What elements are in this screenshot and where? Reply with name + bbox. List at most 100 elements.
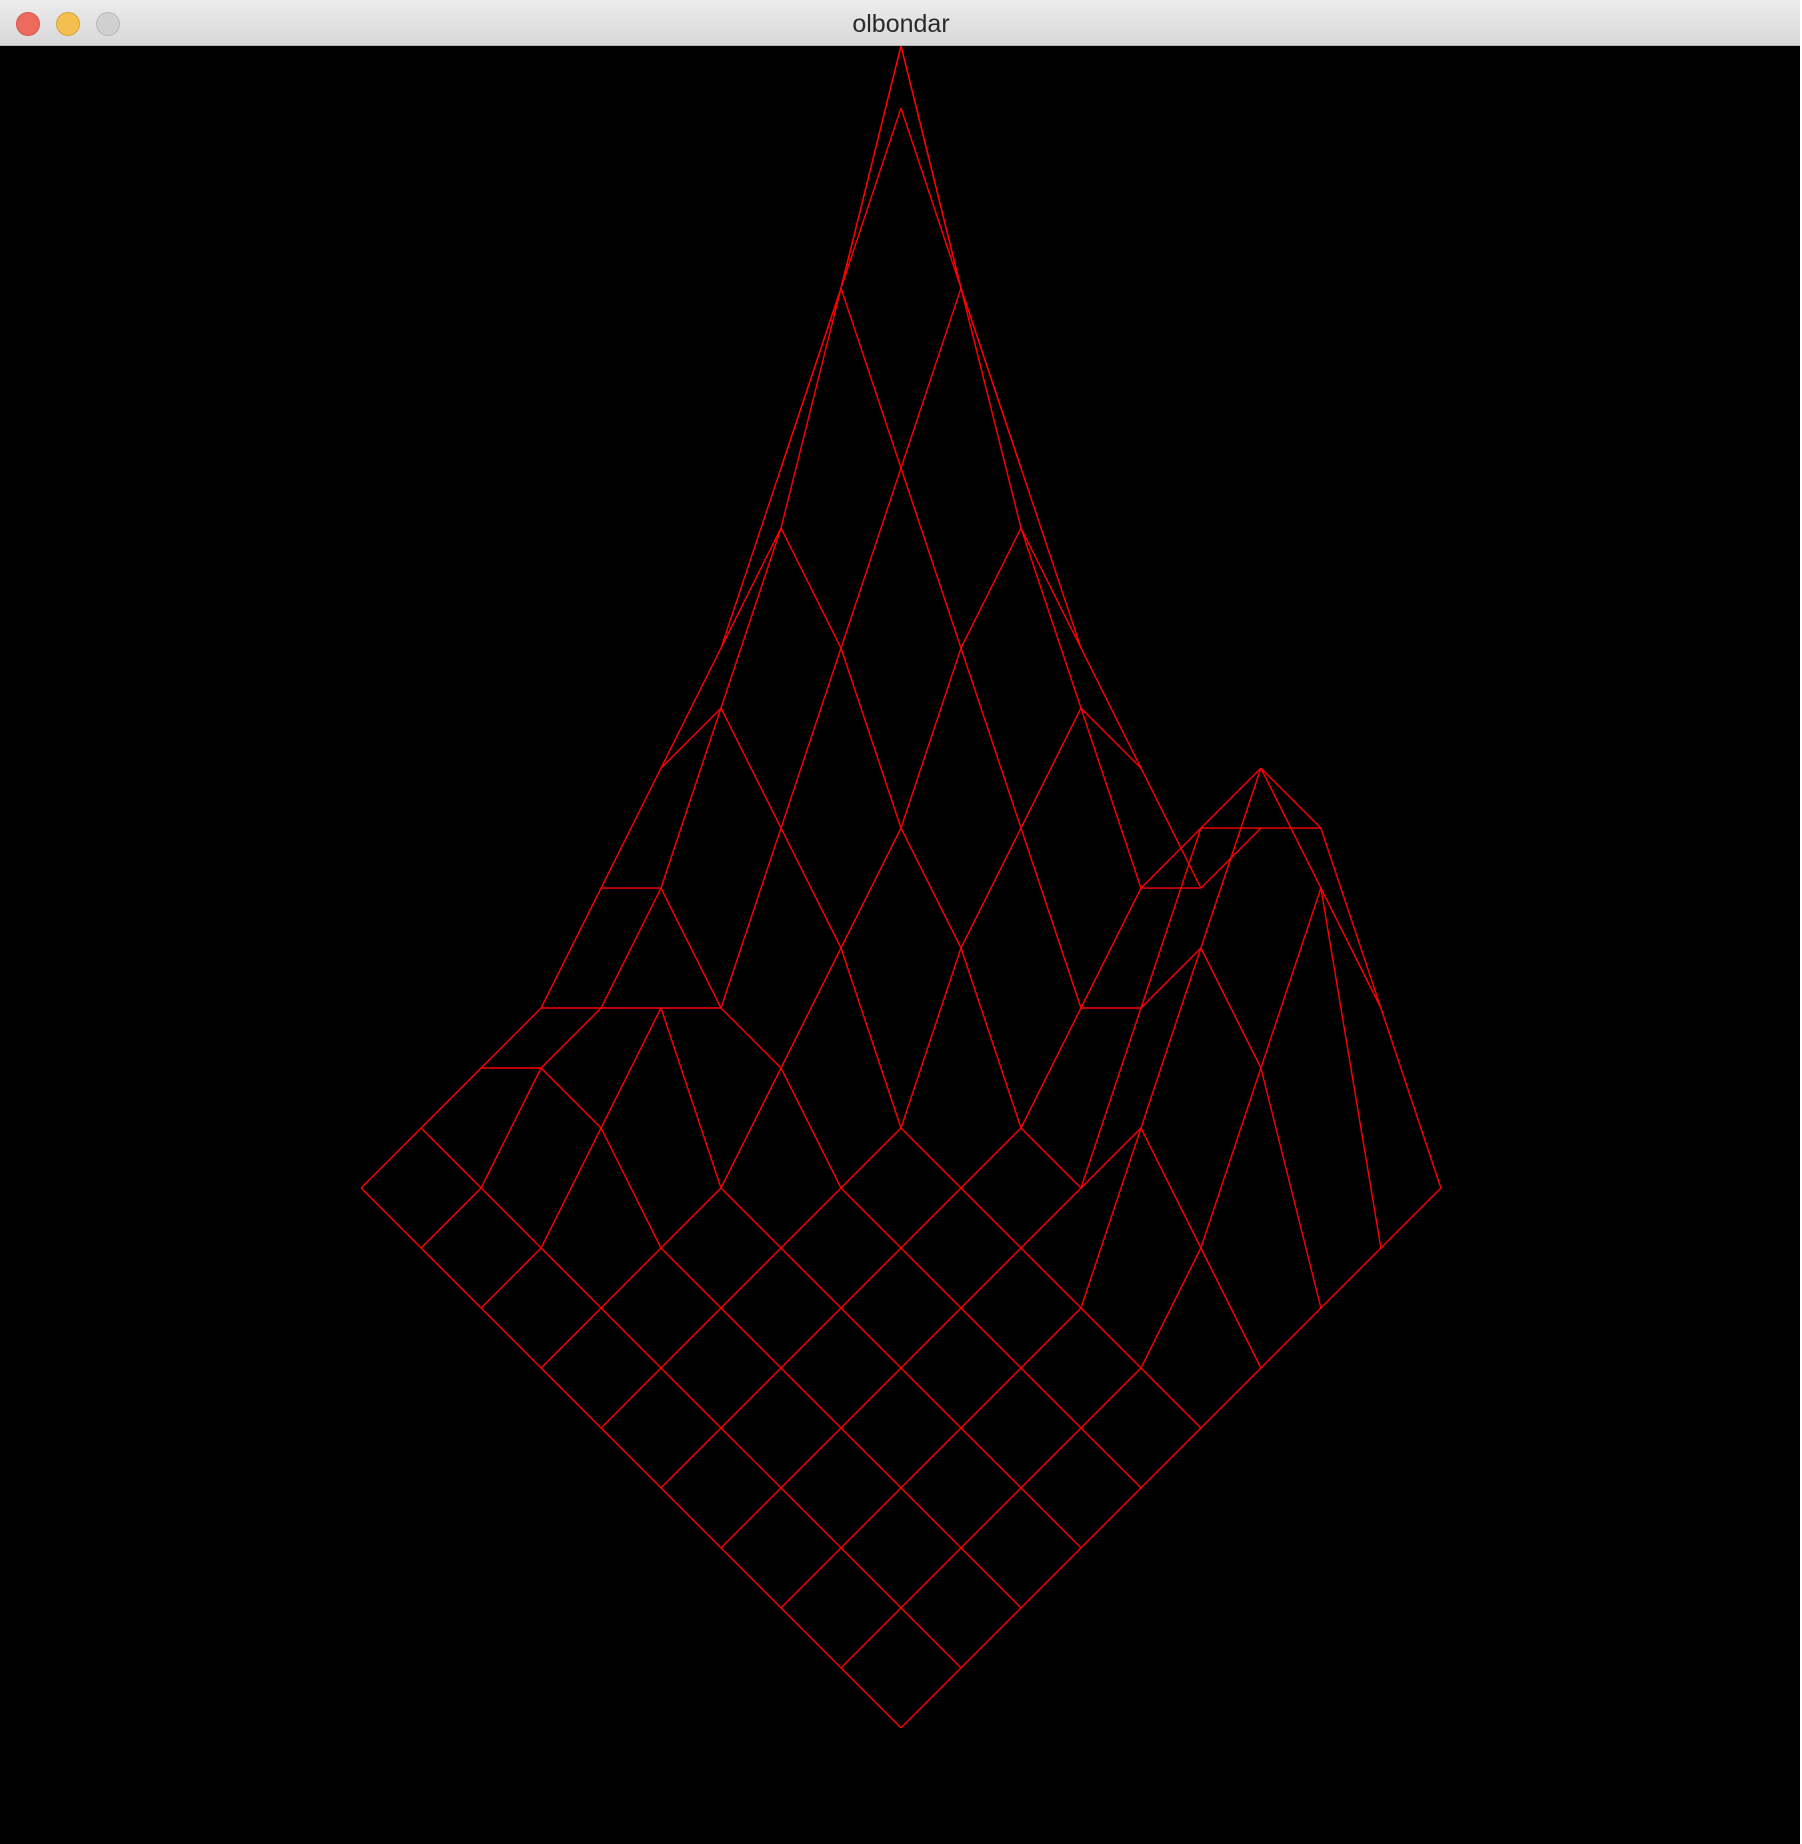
- mesh-edge-63: [900, 827, 962, 949]
- mesh-edge-165: [720, 1487, 782, 1549]
- mesh-edge-59: [780, 527, 842, 649]
- mesh-edge-30: [1080, 887, 1142, 1009]
- mesh-edge-159: [540, 1307, 602, 1369]
- mesh-edge-177: [720, 1547, 782, 1609]
- mesh-edge-135: [540, 1067, 602, 1129]
- mesh-edge-120: [720, 1187, 782, 1249]
- mesh-edge-18: [1380, 1187, 1442, 1249]
- mesh-edge-43: [840, 467, 902, 649]
- mesh-edge-28: [1020, 707, 1082, 829]
- mesh-edge-168: [900, 1607, 962, 1669]
- mesh-edge-140: [600, 1247, 662, 1309]
- mesh-edge-153: [360, 1127, 422, 1189]
- mesh-edge-148: [840, 1487, 902, 1549]
- mesh-edge-101: [780, 1067, 842, 1189]
- mesh-edge-62: [780, 647, 842, 829]
- mesh-edge-90: [1080, 1307, 1142, 1369]
- mesh-edge-39: [720, 467, 782, 649]
- mesh-edge-91: [1020, 1307, 1082, 1369]
- mesh-edge-111: [1080, 1427, 1142, 1489]
- mesh-edge-40: [840, 287, 902, 469]
- mesh-edge-138: [540, 1127, 602, 1249]
- mesh-edge-64: [840, 827, 902, 949]
- app-window: olbondar: [0, 0, 1802, 1844]
- mesh-edge-44: [960, 647, 1022, 829]
- mesh-edge-26: [960, 527, 1022, 649]
- mesh-edge-118: [660, 1007, 722, 1189]
- mesh-edge-104: [780, 1187, 842, 1249]
- mesh-edge-5: [960, 287, 1022, 469]
- mesh-edge-93: [1080, 1367, 1142, 1429]
- mesh-edge-105: [900, 1247, 962, 1309]
- mesh-edge-152: [420, 1127, 482, 1189]
- mesh-edge-94: [1140, 1427, 1202, 1489]
- mesh-edge-175: [600, 1427, 662, 1489]
- mesh-edge-54: [1260, 1067, 1322, 1309]
- mesh-edge-124: [840, 1307, 902, 1369]
- mesh-edge-66: [900, 947, 962, 1129]
- mesh-edge-97: [660, 887, 722, 1009]
- mesh-edge-29: [1140, 827, 1202, 889]
- mesh-edge-75: [1200, 1367, 1262, 1429]
- mesh-edge-156: [540, 1247, 602, 1309]
- mesh-edge-121: [660, 1187, 722, 1249]
- mesh-edge-109: [1020, 1367, 1082, 1429]
- mesh-edge-76: [660, 707, 722, 769]
- mesh-edge-65: [960, 947, 1022, 1129]
- mesh-edge-60: [720, 527, 782, 709]
- mesh-edge-163: [660, 1427, 722, 1489]
- mesh-edge-73: [1200, 1247, 1262, 1369]
- mesh-edge-85: [840, 1127, 902, 1189]
- mesh-edge-134: [420, 1067, 482, 1129]
- mesh-edge-52: [1200, 947, 1262, 1069]
- title-bar[interactable]: olbondar: [0, 0, 1802, 46]
- mesh-edge-164: [780, 1487, 842, 1549]
- mesh-edge-47: [960, 827, 1022, 949]
- mesh-edge-16: [1380, 1007, 1442, 1189]
- mesh-edge-14: [1320, 827, 1382, 1009]
- mesh-edge-99: [720, 1007, 782, 1069]
- mesh-edge-24: [900, 287, 962, 469]
- mesh-edge-167: [780, 1547, 842, 1609]
- mesh-edge-149: [960, 1547, 1022, 1609]
- mesh-edge-89: [960, 1247, 1022, 1309]
- mesh-edge-42: [900, 467, 962, 649]
- mesh-edge-83: [780, 947, 842, 1069]
- mesh-edge-37: [1320, 1247, 1382, 1309]
- mesh-edge-68: [960, 1127, 1022, 1189]
- mesh-edge-108: [900, 1307, 962, 1369]
- mesh-edge-155: [420, 1187, 482, 1249]
- mesh-edge-144: [720, 1367, 782, 1429]
- mesh-edge-161: [600, 1367, 662, 1429]
- wireframe-mesh: [360, 46, 1442, 1729]
- mesh-edge-50: [1140, 947, 1202, 1009]
- mesh-edge-145: [840, 1427, 902, 1489]
- mesh-edge-36: [1260, 887, 1322, 1069]
- mesh-edge-117: [540, 1007, 602, 1069]
- mesh-edge-4: [1020, 467, 1082, 649]
- render-canvas[interactable]: [0, 46, 1802, 1844]
- mesh-edge-110: [960, 1367, 1022, 1429]
- mesh-edge-112: [1020, 1427, 1082, 1489]
- mesh-edge-82: [840, 947, 902, 1129]
- mesh-edge-69: [1080, 1127, 1142, 1189]
- mesh-edge-74: [1140, 1247, 1202, 1369]
- mesh-edge-171: [360, 1187, 422, 1249]
- mesh-edge-122: [780, 1247, 842, 1309]
- mesh-edge-51: [1080, 1007, 1142, 1189]
- mesh-edge-103: [840, 1187, 902, 1249]
- mesh-edge-31: [1200, 767, 1262, 829]
- mesh-edge-174: [540, 1367, 602, 1429]
- mesh-edge-49: [1020, 1007, 1082, 1129]
- mesh-edge-150: [900, 1547, 962, 1609]
- mesh-edge-172: [420, 1247, 482, 1309]
- mesh-edge-71: [1140, 1127, 1202, 1249]
- mesh-edge-88: [1020, 1247, 1082, 1309]
- mesh-edge-119: [600, 1007, 662, 1129]
- mesh-edge-86: [960, 1187, 1022, 1249]
- mesh-edge-173: [480, 1307, 542, 1369]
- mesh-edge-151: [960, 1607, 1022, 1669]
- mesh-edge-125: [780, 1307, 842, 1369]
- mesh-edge-72: [1080, 1127, 1142, 1309]
- mesh-edge-80: [780, 827, 842, 949]
